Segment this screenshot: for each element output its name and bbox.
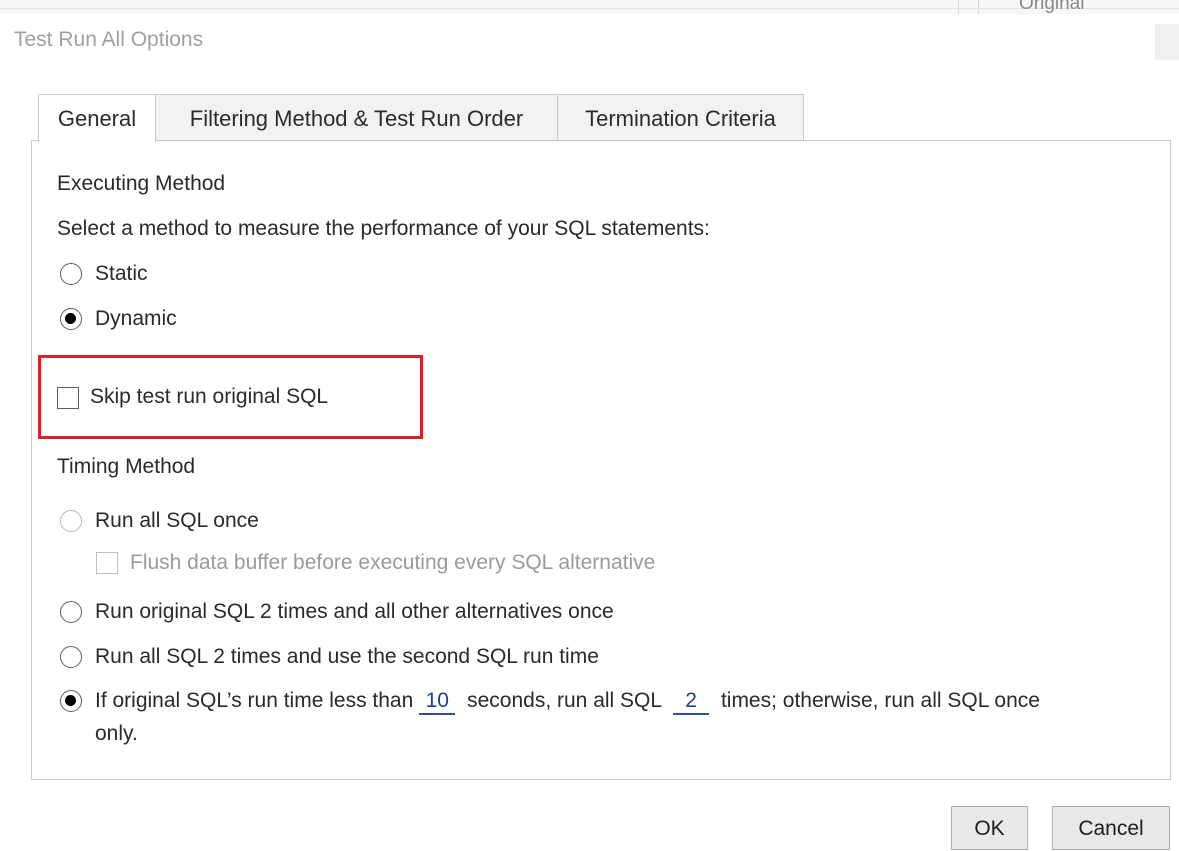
conditional-text-after: times; otherwise, run all SQL once xyxy=(715,689,1040,712)
dynamic-radio[interactable] xyxy=(60,308,82,330)
skip-test-run-checkbox[interactable] xyxy=(57,387,79,409)
conditional-run-radio[interactable] xyxy=(60,690,82,712)
close-button-remnant xyxy=(1155,24,1179,60)
timing-method-heading: Timing Method xyxy=(57,455,196,478)
conditional-text-middle: seconds, run all SQL xyxy=(461,689,668,712)
background-column-separator xyxy=(958,0,959,14)
flush-buffer-label[interactable]: Flush data buffer before executing every… xyxy=(130,551,655,575)
background-column-separator xyxy=(978,0,979,14)
run-all-twice-radio[interactable] xyxy=(60,646,82,668)
background-window-strip: Original xyxy=(0,0,1179,14)
times-input[interactable]: 2 xyxy=(673,689,710,715)
run-original-twice-label[interactable]: Run original SQL 2 times and all other a… xyxy=(95,600,614,624)
run-all-once-radio[interactable] xyxy=(60,510,82,532)
run-all-once-label[interactable]: Run all SQL once xyxy=(95,509,259,533)
run-original-twice-radio[interactable] xyxy=(60,601,82,623)
conditional-run-line: If original SQL’s run time less than 10 s… xyxy=(95,689,1040,715)
executing-method-heading: Executing Method xyxy=(57,172,226,195)
static-radio[interactable] xyxy=(60,263,82,285)
tab-termination-criteria[interactable]: Termination Criteria xyxy=(557,94,804,140)
radio-selected-dot xyxy=(65,313,76,324)
dialog-title: Test Run All Options xyxy=(14,28,204,51)
cancel-button[interactable]: Cancel xyxy=(1052,806,1170,850)
conditional-text-before: If original SQL’s run time less than xyxy=(95,689,414,712)
background-divider xyxy=(0,8,1179,9)
background-column-header: Original xyxy=(1019,0,1085,14)
conditional-text-wrap: only. xyxy=(95,722,138,745)
executing-method-description: Select a method to measure the performan… xyxy=(57,217,710,240)
run-all-twice-label[interactable]: Run all SQL 2 times and use the second S… xyxy=(95,645,599,669)
skip-test-run-label[interactable]: Skip test run original SQL xyxy=(90,385,328,409)
static-label[interactable]: Static xyxy=(95,262,148,286)
tab-general[interactable]: General xyxy=(38,94,156,142)
tab-filtering-method[interactable]: Filtering Method & Test Run Order xyxy=(155,94,558,140)
radio-selected-dot xyxy=(65,695,76,706)
seconds-input[interactable]: 10 xyxy=(419,689,456,715)
ok-button[interactable]: OK xyxy=(951,806,1028,850)
flush-buffer-checkbox[interactable] xyxy=(96,552,118,574)
dynamic-label[interactable]: Dynamic xyxy=(95,307,177,331)
